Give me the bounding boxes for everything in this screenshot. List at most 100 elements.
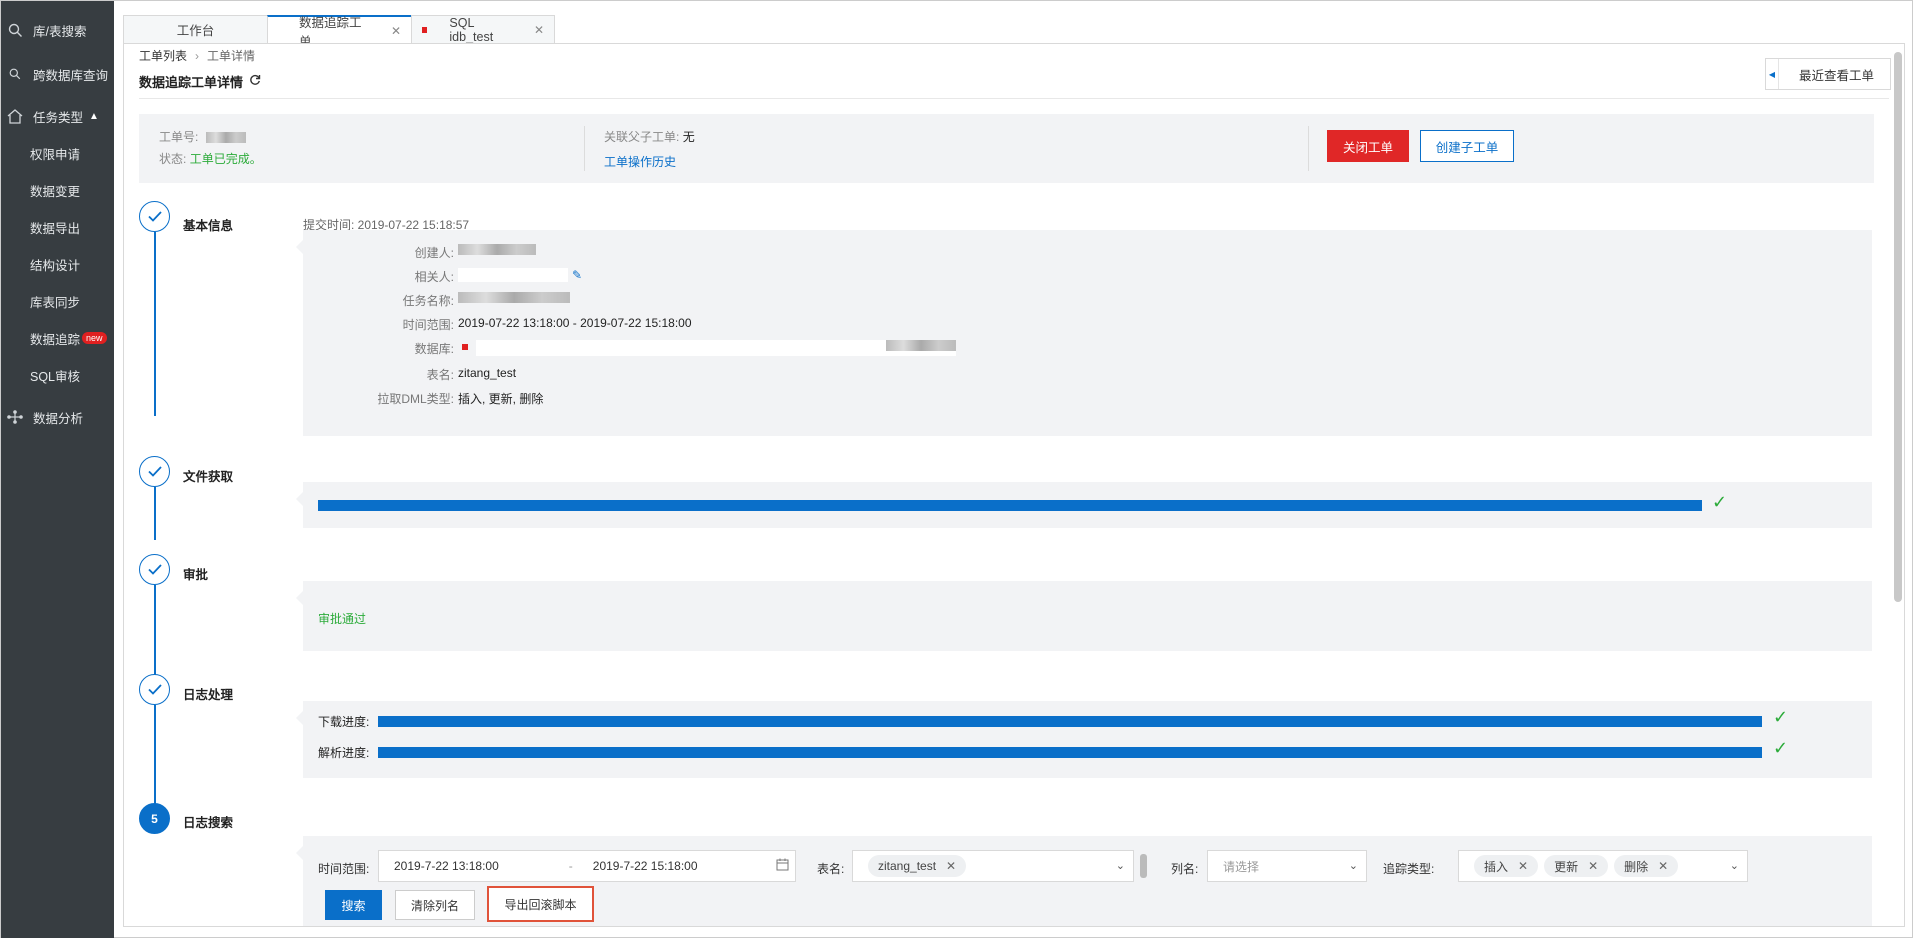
- app-root: 库/表搜索 跨数据库查询 任务类型 ▲ 权限申请 数据变更 数据导出 结构设计: [0, 0, 1913, 938]
- track-type-select[interactable]: 插入 ✕ 更新 ✕ 删除 ✕ ⌄: [1458, 850, 1748, 882]
- field-label: 表名:: [426, 368, 454, 382]
- new-badge: new: [82, 332, 107, 344]
- table-name-select[interactable]: zitang_test ✕ ⌄: [852, 850, 1134, 882]
- sidebar-item-label: 库/表搜索: [33, 24, 87, 39]
- caret-up-icon: ▲: [89, 110, 99, 122]
- sidebar-item-data-tracking[interactable]: 数据追踪 new: [1, 323, 114, 353]
- progress-bar: [318, 500, 1702, 511]
- close-icon[interactable]: ✕: [1588, 859, 1598, 873]
- close-icon[interactable]: ✕: [946, 859, 956, 873]
- time-range-label: 时间范围:: [318, 862, 370, 876]
- order-status: 状态: 工单已完成。: [159, 150, 262, 167]
- tab-label: SQL idb_test: [449, 15, 494, 44]
- approval-result: 审批通过: [318, 612, 367, 626]
- close-icon[interactable]: ✕: [534, 23, 544, 37]
- time-range-picker[interactable]: 2019-7-22 13:18:00 - 2019-7-22 15:18:00: [378, 850, 796, 882]
- track-tag-update: 更新 ✕: [1544, 855, 1609, 877]
- end-time-input[interactable]: 2019-7-22 15:18:00: [593, 859, 698, 873]
- main-content: 工单列表 › 工单详情 数据追踪工单详情 ◀ 最近查看工单 工单号: 状态: 工…: [123, 43, 1905, 927]
- tab-workbench[interactable]: 工作台: [123, 15, 268, 43]
- db-status-icon: [462, 344, 468, 350]
- redacted-value: [458, 268, 568, 282]
- divider: [584, 126, 585, 171]
- step-connector: [154, 232, 156, 416]
- sidebar-item-label: 任务类型: [33, 110, 84, 125]
- chevron-down-icon: ⌄: [1348, 860, 1358, 872]
- close-order-button[interactable]: 关闭工单: [1327, 130, 1409, 162]
- close-icon[interactable]: ✕: [391, 24, 401, 38]
- step-check-icon: [139, 674, 170, 705]
- tab-bar: 工作台 数据追踪工单 ✕ SQL idb_test ✕: [123, 15, 555, 49]
- redacted-value: [205, 132, 246, 144]
- refresh-icon[interactable]: [249, 74, 261, 89]
- sidebar-item-task-types[interactable]: 任务类型 ▲: [1, 101, 114, 131]
- database-field: 数据库:: [323, 340, 956, 357]
- sidebar-item-schema-design[interactable]: 结构设计: [1, 249, 114, 279]
- tab-data-tracking-order[interactable]: 数据追踪工单 ✕: [267, 15, 412, 49]
- sidebar-item-sql-review[interactable]: SQL审核: [1, 360, 114, 390]
- sidebar-item-table-sync[interactable]: 库表同步: [1, 286, 114, 316]
- redacted-value: [458, 292, 570, 303]
- task-name-field: 任务名称:: [323, 292, 570, 309]
- breadcrumb-root[interactable]: 工单列表: [139, 47, 187, 64]
- start-time-input[interactable]: 2019-7-22 13:18:00: [394, 859, 499, 873]
- file-progress-panel: ✓: [296, 482, 1872, 528]
- resize-handle[interactable]: [1140, 854, 1147, 878]
- scrollbar[interactable]: [1894, 52, 1902, 602]
- edit-icon[interactable]: ✎: [572, 268, 582, 285]
- field-label: 创建人:: [414, 246, 454, 260]
- home-icon: [5, 108, 25, 124]
- related-field: 相关人: ✎: [323, 268, 582, 285]
- close-icon[interactable]: ✕: [1518, 859, 1528, 873]
- table-name-label: 表名:: [817, 862, 845, 876]
- sidebar-item-label: 数据变更: [30, 184, 81, 199]
- tag-label: 更新: [1554, 859, 1579, 874]
- tab-sql-idb-test[interactable]: SQL idb_test ✕: [411, 15, 555, 44]
- tag-label: zitang_test: [878, 859, 937, 873]
- page-title: 数据追踪工单详情: [139, 72, 261, 91]
- close-icon[interactable]: ✕: [1658, 859, 1668, 873]
- step-title-approve: 审批: [183, 568, 209, 582]
- redacted-value: [886, 340, 956, 351]
- track-tag-insert: 插入 ✕: [1474, 855, 1539, 877]
- step-title-basic: 基本信息: [183, 219, 234, 233]
- parent-order-label: 关联父子工单:: [604, 130, 680, 144]
- sidebar-item-table-search[interactable]: 库/表搜索: [1, 15, 114, 45]
- sidebar-item-permission[interactable]: 权限申请: [1, 138, 114, 168]
- step-title-log: 日志处理: [183, 688, 234, 702]
- status-label: 状态:: [159, 152, 187, 166]
- field-label: 数据库:: [414, 342, 454, 356]
- calendar-icon[interactable]: [776, 858, 789, 874]
- step-title-file: 文件获取: [183, 470, 234, 484]
- sidebar-item-cross-db-query[interactable]: 跨数据库查询: [1, 59, 114, 89]
- order-info-panel: 工单号: 状态: 工单已完成。 关联父子工单: 无 工单操作历史 关闭工单 创建…: [139, 114, 1874, 183]
- caret-left-icon: ◀: [1766, 59, 1779, 89]
- column-name-select[interactable]: 请选择 ⌄: [1207, 850, 1367, 882]
- column-name-label: 列名:: [1171, 862, 1199, 876]
- dml-type-field: 拉取DML类型: 插入, 更新, 删除: [323, 390, 543, 407]
- history-link[interactable]: 工单操作历史: [604, 153, 676, 170]
- search-button[interactable]: 搜索: [325, 890, 382, 920]
- field-label: 任务名称:: [402, 294, 454, 308]
- field-value: zitang_test: [458, 366, 517, 380]
- basic-info-panel: 创建人: 相关人: ✎ 任务名称: 时间范围: 2019-07-22 13:18…: [296, 230, 1872, 436]
- status-value: 工单已完成。: [189, 152, 262, 166]
- field-label: 时间范围:: [402, 318, 454, 332]
- sidebar-item-data-analysis[interactable]: 数据分析: [1, 402, 114, 432]
- page-title-text: 数据追踪工单详情: [139, 75, 244, 90]
- creator-field: 创建人:: [323, 244, 536, 261]
- time-range-field: 时间范围: 2019-07-22 13:18:00 - 2019-07-22 1…: [323, 316, 692, 333]
- sidebar-item-data-change[interactable]: 数据变更: [1, 175, 114, 205]
- field-label: 拉取DML类型:: [377, 392, 454, 406]
- approval-panel: 审批通过: [296, 581, 1872, 651]
- export-rollback-script-button[interactable]: 导出回滚脚本: [487, 886, 594, 922]
- download-label: 下载进度:: [318, 715, 370, 729]
- clear-columns-button[interactable]: 清除列名: [395, 890, 475, 920]
- sidebar-item-label: 权限申请: [30, 147, 81, 162]
- sidebar-item-label: 跨数据库查询: [33, 68, 109, 83]
- sidebar-item-label: 结构设计: [30, 258, 81, 273]
- recent-orders-button[interactable]: ◀ 最近查看工单: [1765, 58, 1891, 90]
- sidebar-item-data-export[interactable]: 数据导出: [1, 212, 114, 242]
- create-child-order-button[interactable]: 创建子工单: [1420, 130, 1514, 162]
- field-value: 2019-07-22 13:18:00 - 2019-07-22 15:18:0…: [458, 316, 692, 330]
